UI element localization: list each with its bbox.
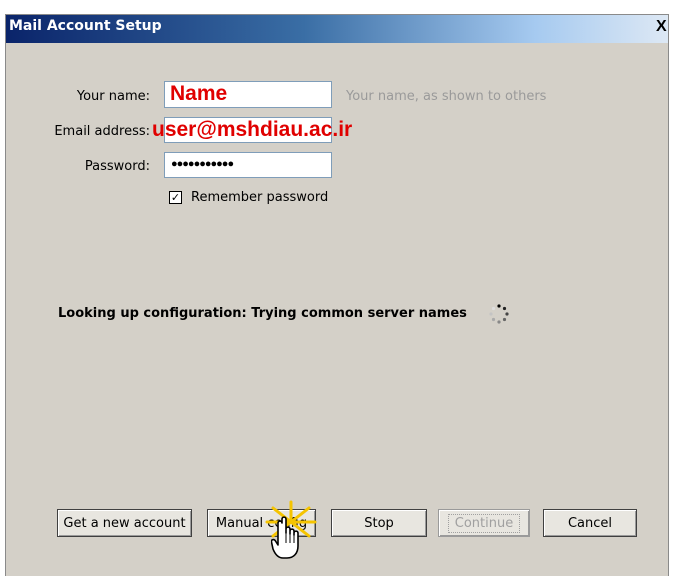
status-text: Looking up configuration: Trying common … — [58, 306, 467, 321]
stop-button[interactable]: Stop — [331, 509, 427, 537]
name-label: Your name: — [76, 89, 150, 104]
remember-password-label: Remember password — [191, 190, 329, 205]
password-field[interactable]: ●●●●●●●●●●● — [164, 152, 332, 178]
hand-cursor-icon — [271, 516, 299, 559]
remember-password-checkbox[interactable]: ✓ — [169, 191, 182, 204]
name-field-value: Name — [170, 82, 228, 105]
window-title: Mail Account Setup — [9, 18, 162, 34]
continue-label: Continue — [447, 513, 521, 533]
cancel-button[interactable]: Cancel — [543, 509, 637, 537]
password-label: Password: — [84, 159, 150, 174]
get-new-account-button[interactable]: Get a new account — [57, 509, 192, 537]
password-field-value: ●●●●●●●●●●● — [171, 158, 234, 170]
email-field-value: user@mshdiau.ac.ir — [152, 118, 353, 141]
email-label: Email address: — [54, 124, 150, 139]
close-button[interactable]: X — [650, 17, 668, 35]
title-bar[interactable]: Mail Account Setup X — [6, 15, 668, 43]
name-field[interactable]: Name — [164, 81, 332, 108]
continue-button[interactable]: Continue — [438, 509, 530, 537]
name-hint: Your name, as shown to others — [346, 89, 547, 104]
loading-spinner-icon — [489, 304, 509, 324]
email-field[interactable]: user@mshdiau.ac.ir — [152, 117, 352, 143]
